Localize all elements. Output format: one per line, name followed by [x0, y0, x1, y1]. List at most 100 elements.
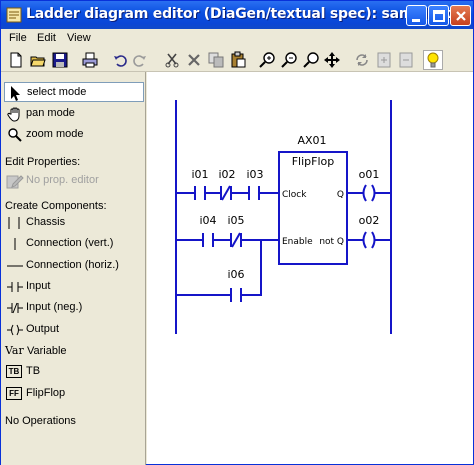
label-i01: i01: [191, 168, 208, 181]
label-i05: i05: [227, 214, 244, 227]
block-in-enable: Enable: [282, 237, 313, 247]
print-icon[interactable]: [81, 51, 99, 69]
hint-lightbulb-icon[interactable]: [423, 50, 443, 70]
diagram-canvas[interactable]: AX01 FlipFlop Clock Q Enable not Q i01 i…: [147, 72, 473, 464]
contact-i02-neg[interactable]: [220, 185, 232, 201]
component-connection-vert-label: Connection (vert.): [26, 237, 114, 249]
block-in-clock: Clock: [282, 190, 307, 200]
ff-icon: FF: [5, 386, 25, 402]
component-input[interactable]: Input: [5, 278, 143, 296]
contact-icon: [5, 279, 25, 295]
menu-view[interactable]: View: [67, 32, 91, 44]
label-o02: o02: [359, 214, 380, 227]
component-flipflop[interactable]: FF FlipFlop: [5, 385, 143, 403]
label-i03: i03: [246, 168, 263, 181]
component-flipflop-label: FlipFlop: [26, 387, 66, 399]
label-i06: i06: [227, 268, 244, 281]
flipflop-block[interactable]: [278, 151, 348, 265]
tb-icon: TB: [5, 364, 25, 380]
component-chassis[interactable]: Chassis: [5, 214, 143, 232]
chassis-icon: [5, 215, 25, 231]
horizontal-line-icon: [5, 258, 25, 274]
export-icon[interactable]: [375, 51, 393, 69]
rung3-wire: [176, 240, 262, 296]
block-out-q: Q: [337, 190, 344, 200]
tb-icon-text: TB: [6, 365, 22, 378]
zoom-in-icon[interactable]: [259, 51, 277, 69]
component-connection-horiz[interactable]: Connection (horiz.): [5, 257, 143, 275]
title-bar[interactable]: Ladder diagram editor (DiaGen/textual sp…: [1, 1, 473, 29]
contact-i01[interactable]: [194, 186, 206, 200]
hand-icon: [7, 106, 23, 122]
window-title: Ladder diagram editor (DiaGen/textual sp…: [26, 6, 470, 22]
component-tb-label: TB: [26, 365, 41, 377]
coil-o02[interactable]: [362, 231, 376, 249]
component-tb[interactable]: TB TB: [5, 363, 143, 381]
coil-o01[interactable]: [362, 184, 376, 202]
open-folder-icon[interactable]: [29, 51, 47, 69]
create-components-title: Create Components:: [5, 200, 107, 212]
component-input-neg-label: Input (neg.): [26, 301, 83, 313]
zoom-mode-label: zoom mode: [26, 128, 84, 140]
cut-icon[interactable]: [163, 51, 181, 69]
component-connection-horiz-label: Connection (horiz.): [26, 259, 119, 271]
ladder-diagram: AX01 FlipFlop Clock Q Enable not Q i01 i…: [175, 100, 392, 334]
component-chassis-label: Chassis: [26, 216, 66, 228]
coil-icon: [5, 322, 25, 338]
zoom-mode-button[interactable]: zoom mode: [4, 125, 144, 145]
edit-properties-title: Edit Properties:: [5, 156, 81, 168]
menu-edit[interactable]: Edit: [37, 32, 56, 44]
arrow-pointer-icon: [8, 85, 24, 101]
pan-mode-button[interactable]: pan mode: [4, 104, 144, 124]
contact-i05-neg[interactable]: [230, 232, 242, 248]
vertical-line-icon: [5, 236, 25, 252]
component-connection-vert[interactable]: Connection (vert.): [5, 235, 143, 253]
block-type: FlipFlop: [292, 155, 335, 168]
component-variable-label: Variable: [27, 345, 67, 357]
menu-bar: File Edit View: [1, 29, 473, 48]
contact-i06[interactable]: [230, 288, 242, 302]
pan-mode-label: pan mode: [26, 107, 75, 119]
import-icon[interactable]: [397, 51, 415, 69]
variable-icon-text: Var: [5, 344, 24, 357]
label-i04: i04: [199, 214, 216, 227]
no-prop-editor: No prop. editor: [5, 172, 143, 190]
tool-panel: select mode pan mode zoom mode Edit Prop…: [1, 72, 146, 465]
zoom-reset-icon[interactable]: [303, 51, 321, 69]
toolbar: [1, 48, 473, 72]
magnifier-icon: [7, 127, 23, 143]
undo-icon[interactable]: [111, 51, 129, 69]
ff-icon-text: FF: [6, 387, 22, 400]
pan-move-icon[interactable]: [323, 51, 341, 69]
select-mode-label: select mode: [27, 86, 87, 98]
refresh-icon[interactable]: [353, 51, 371, 69]
paste-icon[interactable]: [229, 51, 247, 69]
copy-icon[interactable]: [207, 51, 225, 69]
no-prop-editor-label: No prop. editor: [26, 174, 99, 186]
contact-i03[interactable]: [248, 186, 260, 200]
block-name: AX01: [297, 134, 326, 147]
app-icon: [6, 7, 22, 23]
app-window: Ladder diagram editor (DiaGen/textual sp…: [0, 0, 474, 465]
no-operations-label: No Operations: [5, 415, 76, 427]
component-variable[interactable]: Var Variable: [5, 343, 143, 361]
redo-icon[interactable]: [131, 51, 149, 69]
minimize-button[interactable]: [406, 5, 427, 26]
new-file-icon[interactable]: [7, 51, 25, 69]
select-mode-button[interactable]: select mode: [4, 82, 144, 102]
maximize-button[interactable]: [428, 5, 449, 26]
delete-icon[interactable]: [185, 51, 203, 69]
label-i02: i02: [218, 168, 235, 181]
zoom-out-icon[interactable]: [281, 51, 299, 69]
component-output-label: Output: [26, 323, 60, 335]
contact-i04[interactable]: [202, 233, 214, 247]
close-button[interactable]: [450, 5, 471, 26]
component-input-neg[interactable]: Input (neg.): [5, 299, 143, 317]
label-o01: o01: [359, 168, 380, 181]
component-input-label: Input: [26, 280, 51, 292]
save-icon[interactable]: [51, 51, 69, 69]
component-output[interactable]: Output: [5, 321, 143, 339]
menu-file[interactable]: File: [9, 32, 27, 44]
pencil-icon: [5, 173, 25, 189]
negated-contact-icon: [5, 300, 25, 316]
